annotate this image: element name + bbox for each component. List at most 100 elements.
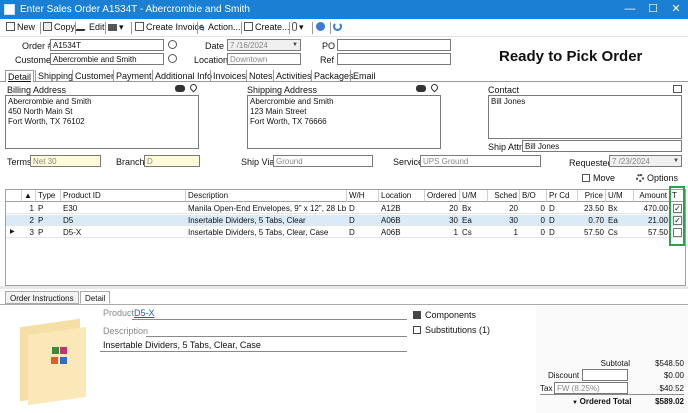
shipping-address-box[interactable]: Abercrombie and Smith 123 Main Street Fo… <box>247 95 441 149</box>
contact-label: Contact <box>488 85 520 95</box>
table-row[interactable]: 1 P E30 Manila Open-End Envelopes, 9" x … <box>6 203 685 214</box>
tab-shipping[interactable]: Shipping <box>35 70 75 82</box>
product-link[interactable]: D5-X <box>134 308 155 318</box>
tax-code-field[interactable]: FW (8.25%) <box>554 382 628 394</box>
ship-attn-field[interactable]: Bill Jones <box>522 140 682 152</box>
col-header-sched[interactable]: Sched <box>488 190 520 202</box>
binoculars-icon[interactable] <box>416 85 426 92</box>
ship-attn-label: Ship Attn <box>488 142 525 152</box>
map-pin-icon[interactable] <box>188 82 199 93</box>
maximize-button[interactable]: ☐ <box>643 2 663 16</box>
tab-detail[interactable]: Detail <box>5 70 35 82</box>
order-label: Order # <box>22 41 53 51</box>
col-header-um[interactable]: U/M <box>460 190 488 202</box>
tab-email[interactable]: Email <box>350 70 378 82</box>
col-header-amount[interactable]: Amount <box>634 190 670 202</box>
requested-date-field[interactable]: 7 /23/2024 ▼ <box>609 155 682 167</box>
table-row[interactable]: 2 P D5 Insertable Dividers, 5 Tabs, Clea… <box>6 215 685 226</box>
col-header-price[interactable]: Price <box>578 190 606 202</box>
move-button[interactable]: Move <box>582 173 615 183</box>
search-icon[interactable] <box>168 54 177 63</box>
ref-label: Ref <box>320 55 335 65</box>
branch-label: Branch <box>116 157 145 167</box>
service-label: Service <box>393 157 424 167</box>
tab-activities[interactable]: Activities <box>273 70 314 82</box>
title-bar: Enter Sales Order A1534T - Abercrombie a… <box>0 0 688 19</box>
refresh-button[interactable] <box>333 22 344 35</box>
col-header-description[interactable]: Description <box>186 190 347 202</box>
order-number-field[interactable]: A1534T <box>50 39 164 51</box>
minimize-button[interactable]: — <box>620 2 640 16</box>
col-header-bo[interactable]: B/O <box>520 190 547 202</box>
invoice-icon <box>135 22 144 31</box>
col-header-ordered[interactable]: Ordered <box>425 190 460 202</box>
contacts-button[interactable] <box>316 22 327 35</box>
col-header-wh[interactable]: W/H <box>347 190 379 202</box>
date-field[interactable]: 7 /16/2024 ▼ <box>227 39 301 51</box>
billing-address-box[interactable]: Abercrombie and Smith 450 North Main St … <box>5 95 199 149</box>
po-field[interactable] <box>337 39 451 51</box>
customer-field[interactable]: Abercrombie and Smith <box>50 53 164 65</box>
totals-panel: Subtotal $548.50 Discount $0.00 Tax FW (… <box>536 304 688 413</box>
col-header-prcd[interactable]: Pr Cd <box>547 190 578 202</box>
contact-box[interactable]: Bill Jones <box>488 95 682 139</box>
tab-packages[interactable]: Packages <box>311 70 356 82</box>
shipping-address-label: Shipping Address <box>247 85 318 95</box>
search-icon[interactable] <box>168 40 177 49</box>
product-image <box>14 318 100 406</box>
location-label: Location <box>194 55 229 65</box>
print-button[interactable]: ▾ <box>108 22 124 35</box>
action-button[interactable]: ϟ Action... <box>200 22 241 35</box>
ordered-total-value: $589.02 <box>655 397 684 406</box>
ref-field[interactable] <box>337 53 451 65</box>
options-button[interactable]: Options <box>636 173 678 183</box>
terms-label: Terms <box>7 157 32 167</box>
col-header-product-id[interactable]: Product ID <box>61 190 186 202</box>
components-button[interactable]: Components <box>413 310 476 320</box>
table-row[interactable]: ▶ 3 P D5-X Insertable Dividers, 5 Tabs, … <box>6 227 685 238</box>
subtotal-value: $548.50 <box>655 359 684 368</box>
printer-icon <box>108 24 117 31</box>
tab-additional-info[interactable]: Additional Info <box>152 70 214 82</box>
copy-button[interactable]: Copy <box>43 22 75 35</box>
col-header-sort[interactable]: ▲ <box>22 190 36 202</box>
description-label: Description <box>103 326 149 336</box>
customer-label: Customer <box>15 55 55 65</box>
col-header-um2[interactable]: U/M <box>606 190 634 202</box>
tab-payment[interactable]: Payment <box>113 70 154 82</box>
tab-customer[interactable]: Customer <box>72 70 116 82</box>
tab-order-instructions[interactable]: Order Instructions <box>5 291 79 304</box>
create-button[interactable]: Create... <box>244 22 290 35</box>
branch-field[interactable]: D <box>144 155 200 167</box>
new-doc-icon <box>6 22 15 31</box>
edit-button[interactable]: Edit <box>75 22 105 35</box>
map-pin-icon[interactable] <box>429 82 440 93</box>
binoculars-icon[interactable] <box>175 85 185 92</box>
ship-via-label: Ship Via <box>241 157 275 167</box>
ship-via-field[interactable]: Ground <box>273 155 373 167</box>
close-button[interactable]: ✕ <box>666 2 686 16</box>
chevron-down-icon: ▼ <box>572 400 580 406</box>
col-header-type[interactable]: Type <box>36 190 61 202</box>
col-header-indicator <box>6 190 22 202</box>
create-invoice-button[interactable]: Create Invoice <box>135 22 204 35</box>
new-button[interactable]: New <box>6 22 35 35</box>
current-row-indicator: ▶ <box>10 229 15 235</box>
tab-bottom-detail[interactable]: Detail <box>80 291 111 304</box>
lightning-icon: ϟ <box>200 23 205 33</box>
attach-button[interactable]: ▾ <box>292 22 304 35</box>
discount-value: $0.00 <box>663 371 684 380</box>
location-field[interactable]: Downtown <box>227 53 301 65</box>
tab-notes[interactable]: Notes <box>246 70 275 82</box>
col-header-location[interactable]: Location <box>379 190 425 202</box>
discount-field[interactable] <box>582 369 628 381</box>
chevron-down-icon: ▼ <box>673 158 679 164</box>
copy-icon <box>43 22 52 31</box>
terms-field[interactable]: Net 30 <box>30 155 101 167</box>
splitter[interactable] <box>0 286 688 289</box>
service-field[interactable]: UPS Ground <box>420 155 541 167</box>
tab-invoices[interactable]: Invoices <box>210 70 248 82</box>
contact-card-icon[interactable] <box>673 85 682 93</box>
toolbar: New Copy Edit ▾ Create Invoice ϟ Action..… <box>0 19 688 37</box>
substitutions-button[interactable]: Substitutions (1) <box>413 325 490 335</box>
